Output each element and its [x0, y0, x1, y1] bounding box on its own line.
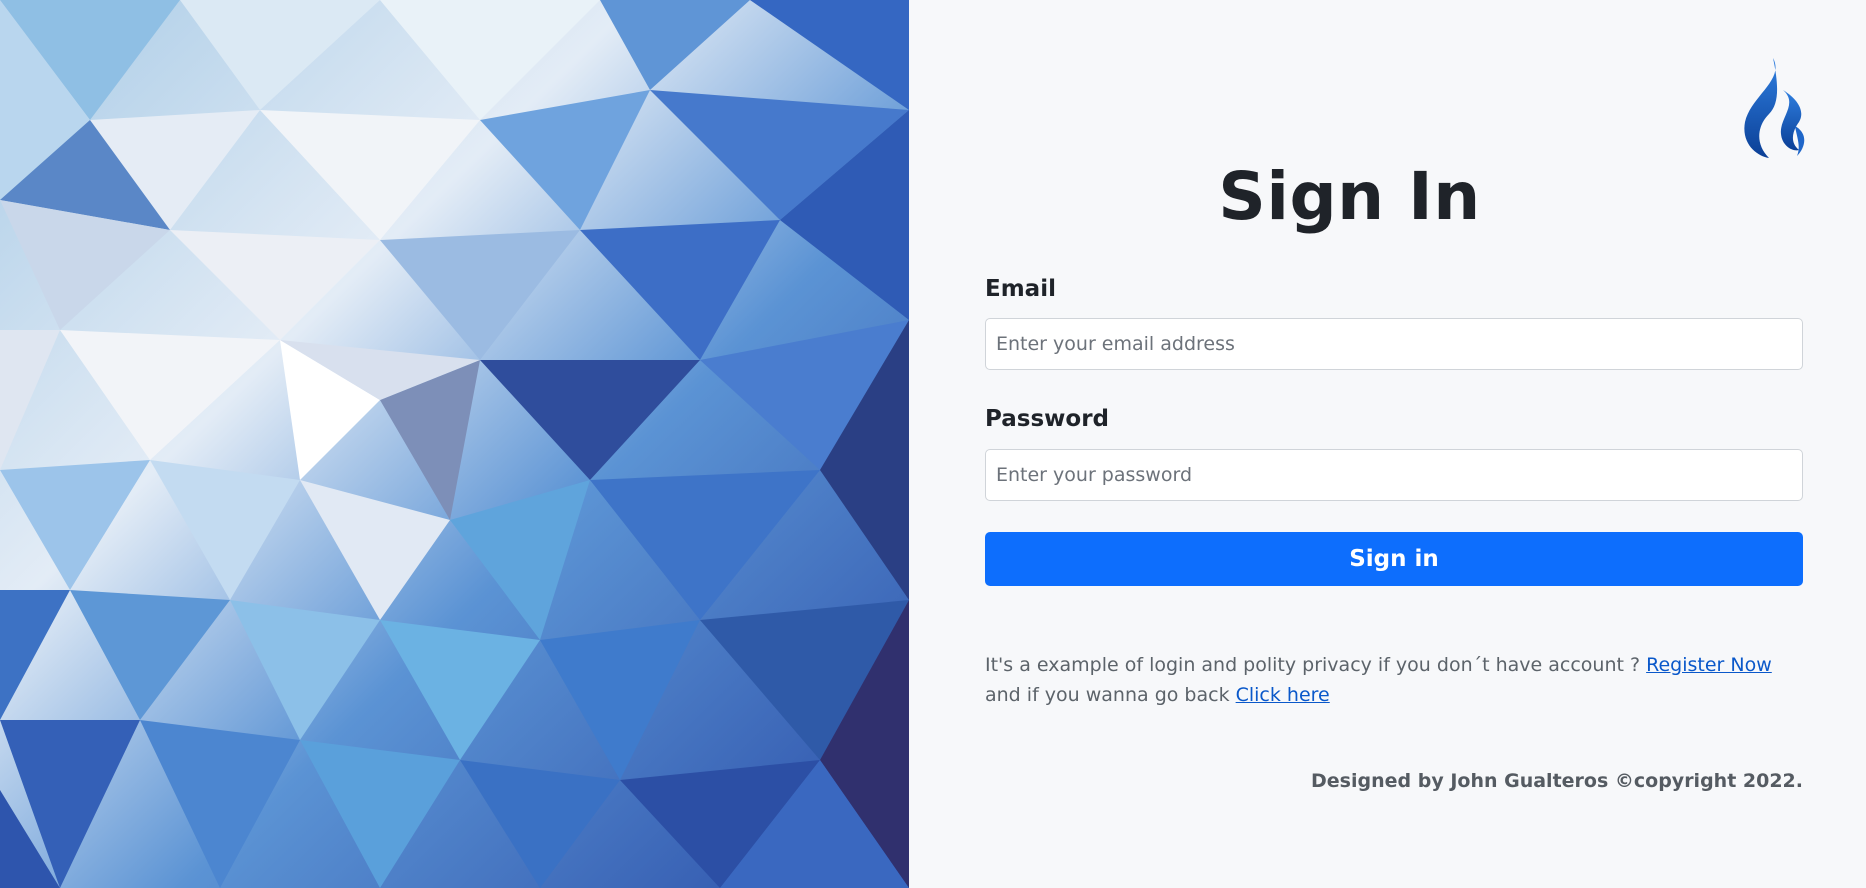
- password-label: Password: [985, 406, 1109, 432]
- note-text-middle: and if you wanna go back: [985, 684, 1236, 706]
- email-field[interactable]: [985, 318, 1803, 370]
- sign-in-button[interactable]: Sign in: [985, 532, 1803, 586]
- page-title: Sign In: [1218, 158, 1481, 235]
- click-here-link[interactable]: Click here: [1236, 684, 1330, 706]
- password-field[interactable]: [985, 449, 1803, 501]
- flame-logo-icon: [1739, 56, 1811, 160]
- copyright-footer: Designed by John Gualteros ©copyright 20…: [1311, 770, 1803, 792]
- sign-in-page: Sign In Email Password Sign in It's a ex…: [0, 0, 1866, 888]
- sign-in-panel: Sign In Email Password Sign in It's a ex…: [909, 0, 1866, 888]
- note-text-before: It's a example of login and polity priva…: [985, 654, 1647, 676]
- info-note: It's a example of login and polity priva…: [985, 650, 1805, 710]
- background-artwork: [0, 0, 909, 888]
- email-label: Email: [985, 276, 1056, 302]
- register-now-link[interactable]: Register Now: [1646, 654, 1772, 676]
- low-poly-art: [0, 0, 909, 888]
